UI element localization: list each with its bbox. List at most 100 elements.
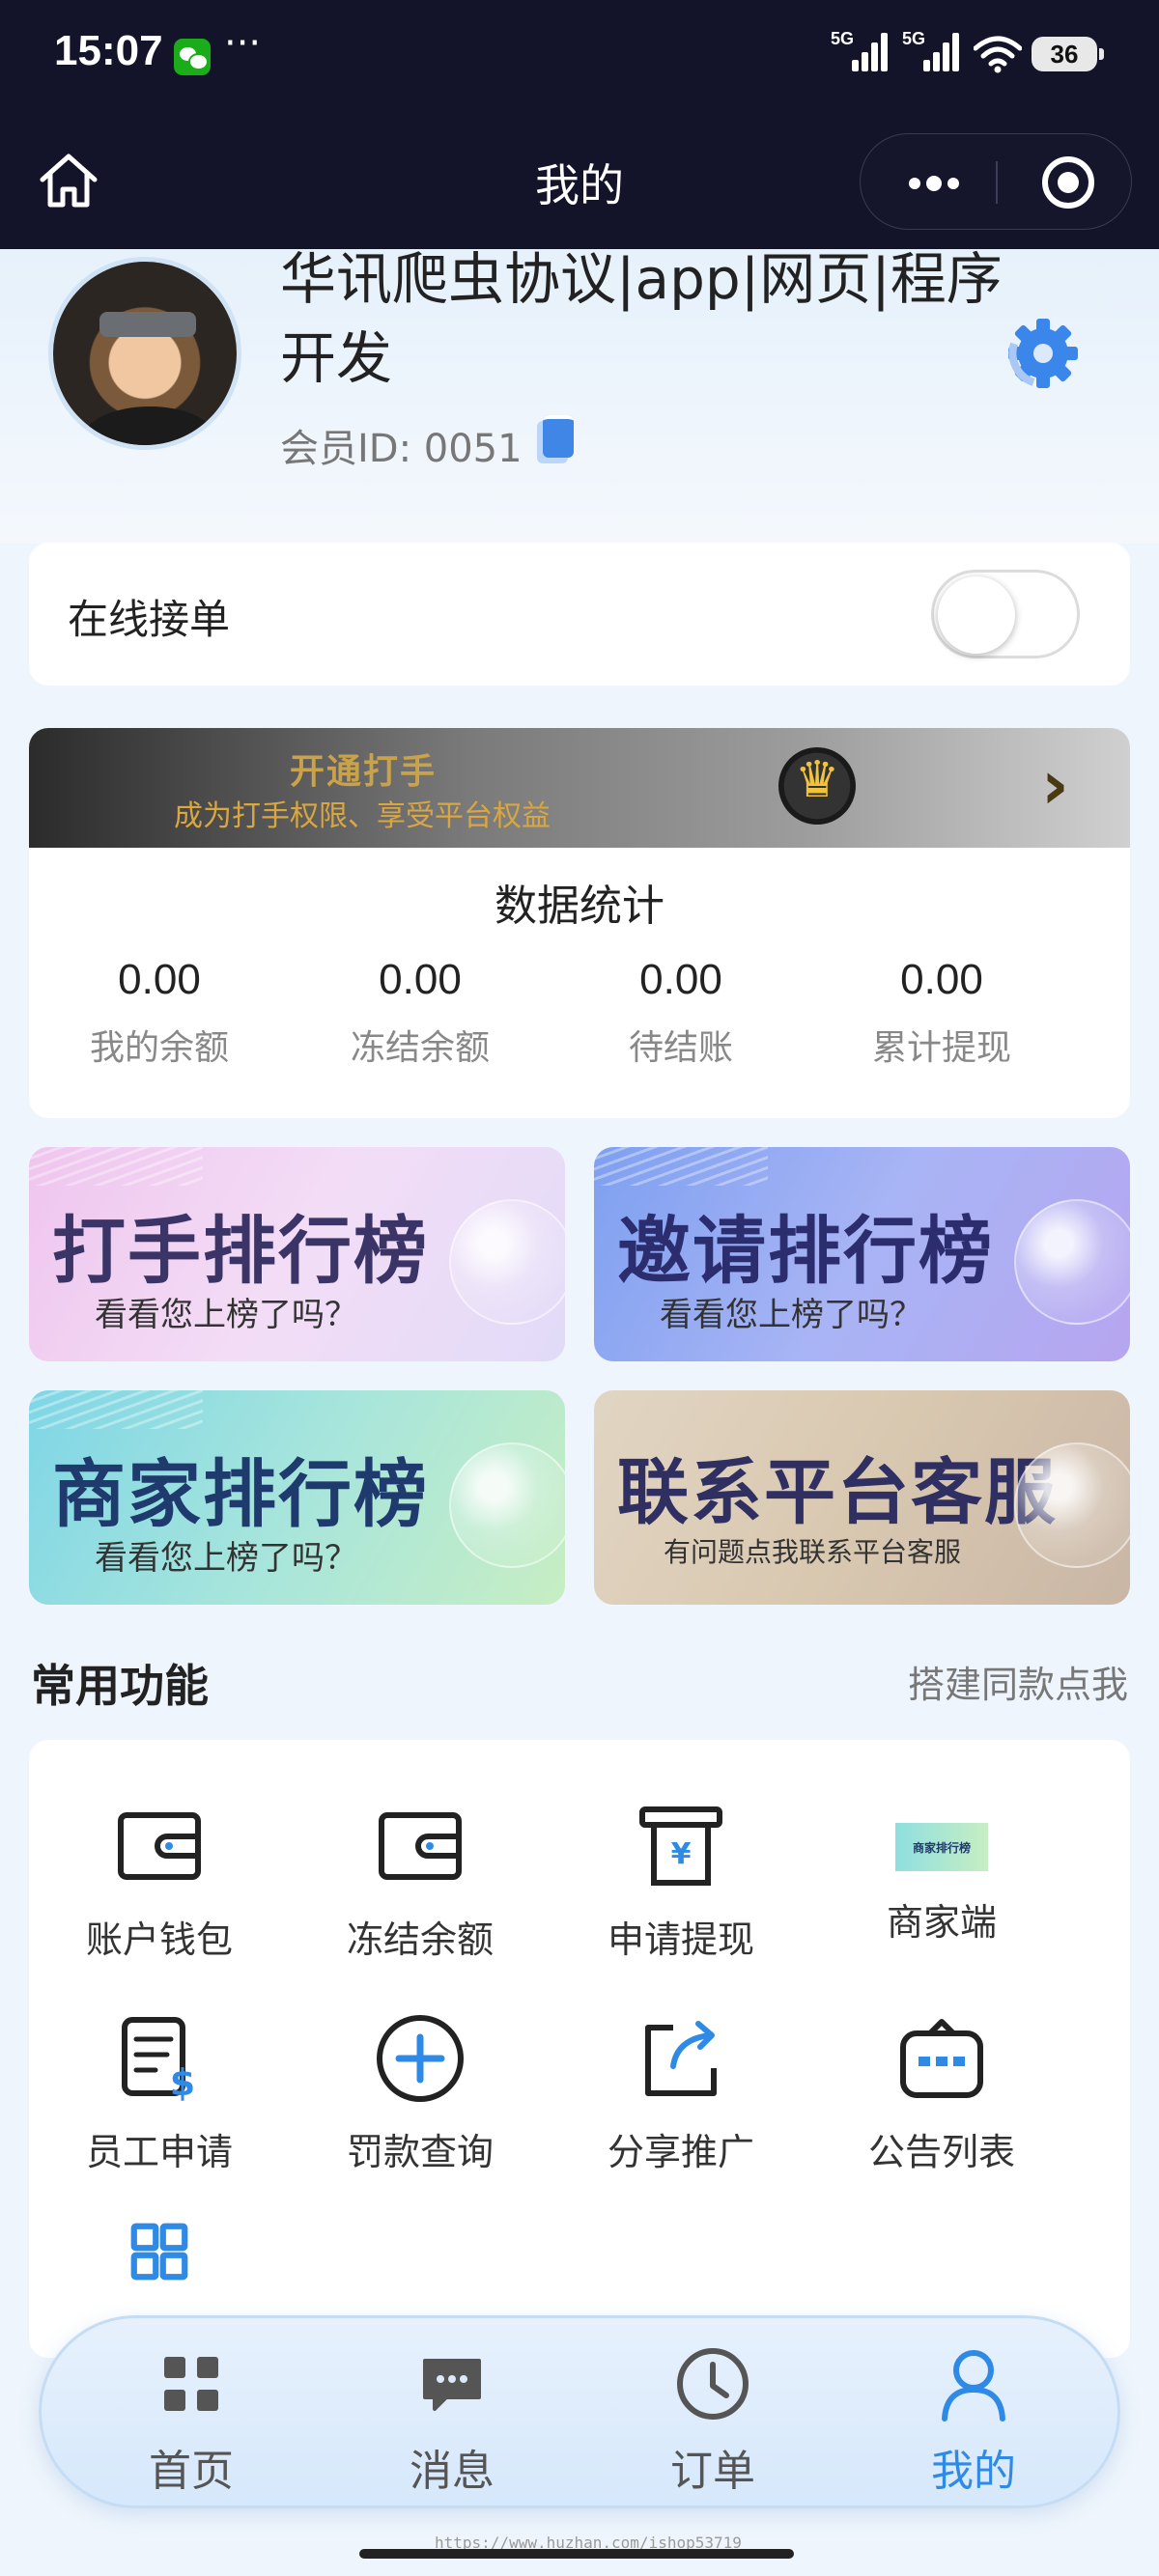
tab-messages[interactable]: 消息: [355, 2345, 549, 2498]
withdraw-button[interactable]: ¥ 申请提现: [551, 1800, 811, 1963]
stat-withdrawn[interactable]: 0.00 累计提现: [811, 956, 1072, 1070]
functions-card: 账户钱包 冻结余额 ¥ 申请提现 商家排行榜 商家端 $ 员工申请 罚款查询 分…: [29, 1740, 1130, 2358]
stat-label: 我的余额: [89, 1028, 229, 1068]
profile-section: 华讯爬虫协议|app|网页|程序开发 会员ID: 0051: [0, 246, 1159, 544]
signal-bars-icon: [923, 29, 962, 71]
function-label: 罚款查询: [346, 2131, 494, 2173]
merchant-portal-button[interactable]: 商家排行榜 商家端: [811, 1800, 1072, 1946]
function-label: 分享推广: [607, 2131, 754, 2173]
crown-icon: [778, 747, 856, 825]
bottom-tab-bar: 首页 消息 订单 我的: [39, 2315, 1120, 2508]
stat-pending[interactable]: 0.00 待结账: [551, 956, 811, 1070]
withdraw-icon: ¥: [639, 1806, 722, 1886]
employee-apply-button[interactable]: $ 员工申请: [29, 2012, 290, 2175]
signal-bars-icon: [852, 29, 890, 71]
tab-label: 消息: [410, 2447, 495, 2496]
top-bar: 15:07 ··· 5G 5G 36 我的: [0, 0, 1159, 249]
tab-orders[interactable]: 订单: [616, 2345, 809, 2498]
notice-icon: [900, 2019, 983, 2098]
grid-icon: [164, 2357, 218, 2411]
battery-indicator: 36: [1032, 37, 1104, 71]
status-more-dots: ···: [224, 21, 262, 66]
chevron-right-icon: ›: [1041, 745, 1069, 825]
wifi-icon: [974, 36, 1022, 73]
username: 华讯爬虫协议|app|网页|程序开发: [280, 246, 1003, 391]
notice-list-button[interactable]: 公告列表: [811, 2012, 1072, 2175]
stat-label: 待结账: [628, 1028, 733, 1068]
tile-title: 邀请排行榜: [617, 1208, 994, 1294]
vip-banner-subtitle: 成为打手权限、享受平台权益: [174, 799, 551, 833]
tile-subtitle: 看看您上榜了吗？: [95, 1539, 357, 1578]
build-same-link[interactable]: 搭建同款点我: [908, 1655, 1128, 1708]
stat-value: 0.00: [900, 956, 983, 1003]
user-icon: [942, 2350, 1005, 2422]
member-id: 会员ID: 0051: [280, 427, 523, 471]
share-promote-button[interactable]: 分享推广: [551, 2012, 811, 2175]
employee-apply-icon: $: [122, 2017, 195, 2104]
tile-title: 商家排行榜: [52, 1451, 429, 1537]
copy-icon[interactable]: [537, 415, 576, 463]
tab-label: 我的: [931, 2447, 1016, 2496]
settings-gear-icon[interactable]: [1004, 315, 1082, 392]
status-time: 15:07: [54, 27, 163, 74]
bubble-decoration: [449, 1442, 565, 1568]
wallet-icon: [379, 1812, 462, 1880]
section-title: 常用功能: [31, 1660, 209, 1712]
stats-title: 数据统计: [495, 882, 664, 931]
more-functions-button[interactable]: [29, 2223, 290, 2298]
capsule-divider: [996, 161, 998, 204]
svg-text:¥: ¥: [671, 1837, 692, 1871]
tab-label: 首页: [149, 2447, 234, 2496]
stat-balance[interactable]: 0.00 我的余额: [29, 956, 290, 1070]
tile-title: 打手排行榜: [52, 1208, 429, 1294]
close-mini-program-icon[interactable]: [1042, 156, 1094, 209]
player-rank-tile[interactable]: 打手排行榜 看看您上榜了吗？: [29, 1147, 565, 1361]
function-label: 账户钱包: [85, 1918, 233, 1961]
tab-home[interactable]: 首页: [95, 2345, 288, 2498]
function-label: 公告列表: [867, 2131, 1015, 2173]
tile-subtitle: 有问题点我联系平台客服: [664, 1536, 962, 1568]
tile-subtitle: 看看您上榜了吗？: [95, 1296, 357, 1334]
stat-frozen[interactable]: 0.00 冻结余额: [290, 956, 551, 1070]
stat-label: 冻结余额: [350, 1028, 490, 1068]
tab-label: 订单: [670, 2447, 755, 2496]
invite-rank-tile[interactable]: 邀请排行榜 看看您上榜了吗？: [594, 1147, 1130, 1361]
clock-icon: [677, 2348, 749, 2420]
stat-value: 0.00: [639, 956, 722, 1003]
tile-title: 联系平台客服: [617, 1451, 1058, 1534]
stat-label: 累计提现: [871, 1028, 1011, 1068]
merchant-rank-tile[interactable]: 商家排行榜 看看您上榜了吗？: [29, 1390, 565, 1605]
stat-value: 0.00: [118, 956, 201, 1003]
message-icon: [423, 2359, 481, 2411]
bubble-decoration: [449, 1199, 565, 1325]
svg-text:$: $: [170, 2061, 195, 2104]
fine-query-button[interactable]: 罚款查询: [290, 2012, 551, 2175]
more-menu-icon[interactable]: [899, 163, 967, 202]
grid-icon: [130, 2223, 188, 2281]
function-label: 员工申请: [85, 2131, 233, 2173]
bubble-decoration: [1014, 1199, 1130, 1325]
stats-card: 开通打手 成为打手权限、享受平台权益 › 数据统计 0.00 我的余额 0.00…: [29, 728, 1130, 1118]
bubble-decoration: [1014, 1442, 1130, 1568]
online-order-label: 在线接单: [68, 596, 231, 643]
signal-label-2: 5G: [902, 29, 926, 48]
vip-banner[interactable]: 开通打手 成为打手权限、享受平台权益 ›: [29, 728, 1130, 848]
frozen-balance-button[interactable]: 冻结余额: [290, 1800, 551, 1963]
wechat-icon: [174, 39, 211, 75]
merchant-icon: 商家排行榜: [895, 1823, 988, 1871]
vip-banner-title: 开通打手: [290, 752, 438, 792]
online-order-card: 在线接单: [29, 543, 1130, 686]
function-label: 申请提现: [607, 1918, 754, 1961]
plus-circle-icon: [377, 2015, 464, 2102]
tab-mine[interactable]: 我的: [877, 2345, 1070, 2498]
wallet-icon: [118, 1812, 201, 1880]
online-order-toggle[interactable]: [931, 570, 1080, 658]
mini-program-capsule: [860, 133, 1132, 230]
home-indicator: [359, 2549, 794, 2559]
customer-service-tile[interactable]: 联系平台客服 有问题点我联系平台客服: [594, 1390, 1130, 1605]
function-label: 商家端: [886, 1901, 997, 1944]
signal-label-1: 5G: [831, 29, 855, 48]
avatar[interactable]: [48, 257, 241, 450]
tile-subtitle: 看看您上榜了吗？: [660, 1296, 922, 1334]
account-wallet-button[interactable]: 账户钱包: [29, 1800, 290, 1963]
